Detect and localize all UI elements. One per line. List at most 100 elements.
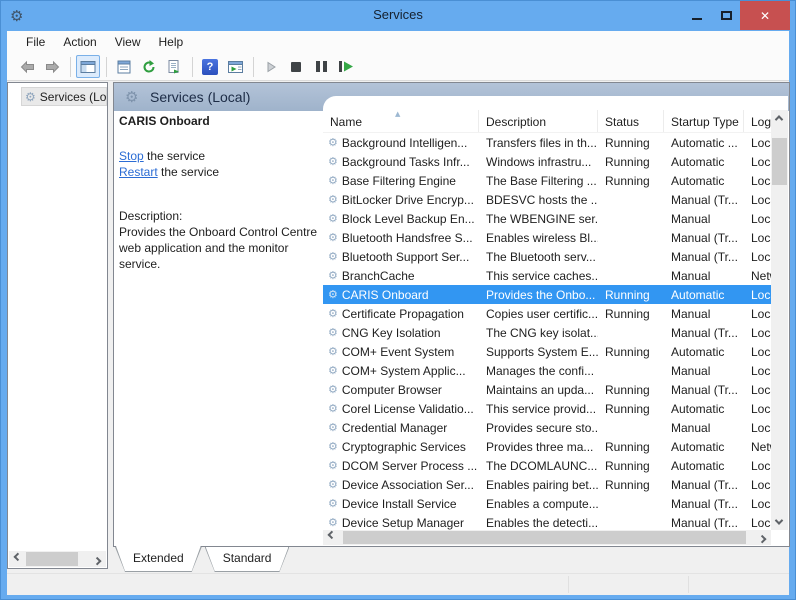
forward-button[interactable]: [40, 55, 64, 78]
status-separator: [568, 576, 569, 593]
service-status: Running: [598, 288, 664, 302]
service-startup-type: Automatic: [664, 345, 744, 359]
properties-button[interactable]: [112, 55, 136, 78]
service-description: Enables a compute...: [479, 497, 598, 511]
table-row[interactable]: ⚙COM+ Event SystemSupports System E...Ru…: [323, 342, 771, 361]
table-header-row: ▲ Name Description Status Startup Type L…: [323, 110, 771, 133]
service-name: CNG Key Isolation: [342, 326, 441, 340]
table-row[interactable]: ⚙Base Filtering EngineThe Base Filtering…: [323, 171, 771, 190]
service-log-on-as: Loca: [744, 421, 771, 435]
table-row[interactable]: ⚙DCOM Server Process ...The DCOMLAUNC...…: [323, 456, 771, 475]
restart-service-button[interactable]: [334, 55, 358, 78]
back-button[interactable]: [15, 55, 39, 78]
horizontal-scrollbar[interactable]: [323, 530, 771, 545]
show-console-tree-button[interactable]: [76, 55, 100, 78]
service-description: The Base Filtering ...: [479, 174, 598, 188]
column-header-log-on-as[interactable]: Log: [744, 110, 771, 132]
tab-extended[interactable]: Extended: [115, 547, 202, 572]
scrollbar-thumb[interactable]: [343, 531, 746, 544]
extended-view-button[interactable]: [223, 55, 247, 78]
refresh-button[interactable]: [137, 55, 161, 78]
column-header-status[interactable]: Status: [598, 110, 664, 132]
table-row[interactable]: ⚙Computer BrowserMaintains an upda...Run…: [323, 380, 771, 399]
scrollbar-thumb[interactable]: [772, 138, 787, 185]
minimize-button[interactable]: [682, 1, 711, 30]
table-row[interactable]: ⚙Bluetooth Handsfree S...Enables wireles…: [323, 228, 771, 247]
service-action-links: Stop the service Restart the service: [119, 148, 219, 180]
column-header-startup-type[interactable]: Startup Type: [664, 110, 744, 132]
scrollbar-thumb[interactable]: [26, 552, 78, 566]
properties-icon: [116, 59, 132, 75]
tree-horizontal-scrollbar[interactable]: [9, 551, 106, 567]
start-service-button[interactable]: [259, 55, 283, 78]
tree-item-services-local[interactable]: ⚙ Services (Loca: [21, 87, 107, 106]
table-row[interactable]: ⚙CARIS OnboardProvides the Onbo...Runnin…: [323, 285, 771, 304]
scroll-left-arrow[interactable]: [323, 529, 339, 545]
table-row[interactable]: ⚙Device Association Ser...Enables pairin…: [323, 475, 771, 494]
service-log-on-as: Loca: [744, 326, 771, 340]
scroll-left-arrow[interactable]: [9, 551, 25, 567]
service-status: Running: [598, 307, 664, 321]
service-description: Provides secure sto...: [479, 421, 598, 435]
table-row[interactable]: ⚙ Background Tasks Infr... Windows infrast…: [323, 152, 771, 171]
table-row[interactable]: ⚙COM+ System Applic...Manages the confi.…: [323, 361, 771, 380]
service-status: Running: [598, 459, 664, 473]
service-status: Running: [598, 174, 664, 188]
table-row[interactable]: ⚙BranchCacheThis service caches...Manual…: [323, 266, 771, 285]
close-button[interactable]: ✕: [740, 1, 790, 30]
service-name: Background Intelligen...: [342, 136, 467, 150]
table-row[interactable]: ⚙Bluetooth Support Ser...The Bluetooth s…: [323, 247, 771, 266]
scroll-right-arrow[interactable]: [90, 551, 106, 567]
service-gear-icon: ⚙: [328, 155, 338, 168]
table-row[interactable]: ⚙Cryptographic ServicesProvides three ma…: [323, 437, 771, 456]
service-gear-icon: ⚙: [328, 459, 338, 472]
table-row[interactable]: ⚙CNG Key IsolationThe CNG key isolat...M…: [323, 323, 771, 342]
menu-help[interactable]: Help: [150, 33, 193, 51]
pause-service-button[interactable]: [309, 55, 333, 78]
service-log-on-as: Loca: [744, 402, 771, 416]
maximize-button[interactable]: [712, 1, 741, 30]
service-log-on-as: Loca: [744, 478, 771, 492]
services-node-icon: ⚙: [25, 90, 36, 104]
titlebar[interactable]: ⚙ Services ✕: [1, 1, 795, 31]
table-row[interactable]: ⚙Credential ManagerProvides secure sto..…: [323, 418, 771, 437]
service-startup-type: Manual (Tr...: [664, 497, 744, 511]
service-description: Provides three ma...: [479, 440, 598, 454]
column-header-description[interactable]: Description: [479, 110, 598, 132]
tab-standard[interactable]: Standard: [205, 547, 290, 572]
service-name: Background Tasks Infr...: [342, 155, 470, 169]
service-startup-type: Manual (Tr...: [664, 193, 744, 207]
stop-link-suffix: the service: [144, 149, 205, 163]
table-row[interactable]: ⚙Background Intelligen...Transfers files…: [323, 133, 771, 152]
column-header-name[interactable]: ▲ Name: [323, 110, 479, 132]
scroll-up-arrow[interactable]: [771, 110, 787, 126]
stop-service-button[interactable]: [284, 55, 308, 78]
console-tree-icon: [80, 59, 96, 75]
restart-service-icon: [339, 60, 354, 73]
toolbar: ?: [7, 53, 789, 81]
restart-service-link[interactable]: Restart: [119, 165, 158, 179]
table-row[interactable]: ⚙Corel License Validatio...This service …: [323, 399, 771, 418]
help-button[interactable]: ?: [198, 55, 222, 78]
stop-service-link[interactable]: Stop: [119, 149, 144, 163]
menu-file[interactable]: File: [17, 33, 54, 51]
table-row[interactable]: ⚙Device Setup ManagerEnables the detecti…: [323, 513, 771, 530]
menu-view[interactable]: View: [106, 33, 150, 51]
service-name: Device Install Service: [342, 497, 457, 511]
service-log-on-as: Loca: [744, 497, 771, 511]
scroll-down-arrow[interactable]: [771, 514, 787, 530]
vertical-scrollbar[interactable]: [771, 110, 788, 530]
service-description: The DCOMLAUNC...: [479, 459, 598, 473]
table-row[interactable]: ⚙Certificate PropagationCopies user cert…: [323, 304, 771, 323]
service-startup-type: Manual (Tr...: [664, 250, 744, 264]
export-list-button[interactable]: [162, 55, 186, 78]
service-description: The Bluetooth serv...: [479, 250, 598, 264]
menu-action[interactable]: Action: [54, 33, 105, 51]
extended-view-icon: [227, 59, 244, 75]
table-row[interactable]: ⚙Device Install ServiceEnables a compute…: [323, 494, 771, 513]
table-row[interactable]: ⚙BitLocker Drive Encryp...BDESVC hosts t…: [323, 190, 771, 209]
service-description: Maintains an upda...: [479, 383, 598, 397]
service-description: Windows infrastru...: [479, 155, 598, 169]
scroll-right-arrow[interactable]: [755, 529, 771, 545]
table-row[interactable]: ⚙Block Level Backup En...The WBENGINE se…: [323, 209, 771, 228]
